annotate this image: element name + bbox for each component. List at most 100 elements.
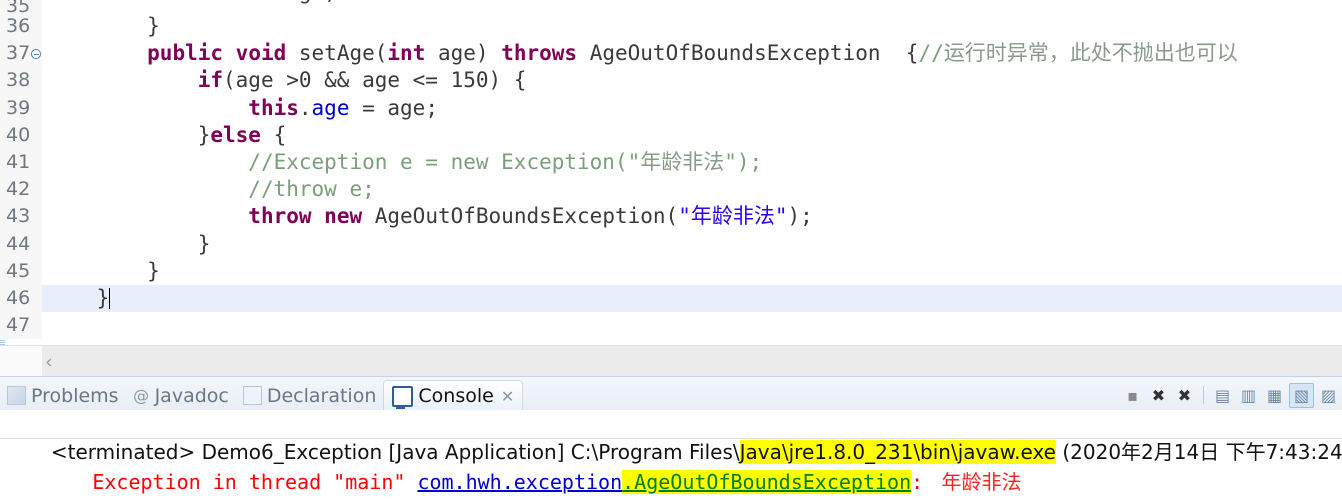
line-number: 43 xyxy=(6,205,31,228)
line-number: 37 xyxy=(6,42,31,65)
toolbar-separator xyxy=(1203,386,1204,404)
editor-line-39[interactable]: 39 this.age = age; xyxy=(0,94,1342,122)
editor-horizontal-scrollbar[interactable]: ‹ xyxy=(0,345,1342,376)
editor-line-42[interactable]: 42 //throw e; xyxy=(0,176,1342,204)
token-plain: } xyxy=(46,14,160,38)
exception-package-link[interactable]: com.hwh.exception xyxy=(417,470,622,494)
editor-line-46[interactable]: 46 } xyxy=(0,284,1342,313)
editor-line-47[interactable]: 47 xyxy=(0,312,1342,340)
token-plain: setAge( xyxy=(286,41,388,66)
word-wrap-icon[interactable]: ▦ xyxy=(1263,384,1286,407)
token-kw: public xyxy=(147,41,224,66)
console-view: Problems @ Javadoc Declaration Console ✕ ▪ ✖ ✖ ▤… xyxy=(0,376,1342,501)
line-content: if(age >0 && age <= 150) { xyxy=(46,67,527,94)
line-content: throw new AgeOutOfBoundsException("年龄非法"… xyxy=(46,203,813,230)
token-plain: age) xyxy=(425,41,502,66)
line-content: //throw e; xyxy=(46,176,375,203)
token-str: " xyxy=(678,204,691,229)
token-cmt: // xyxy=(918,41,944,66)
token-plain: { xyxy=(260,122,287,147)
console-icon xyxy=(392,385,414,409)
scroll-lock-icon-glyph: ▥ xyxy=(1240,385,1257,405)
line-content: } xyxy=(46,231,211,258)
console-output[interactable]: <terminated> Demo6_Exception [Java Appli… xyxy=(0,410,1342,501)
editor-line-45[interactable]: 45 } xyxy=(0,257,1342,285)
editor-code-area[interactable]: 35 return age;36 }37 public void setAge(… xyxy=(0,0,1342,340)
scroll-lock-icon[interactable]: ▥ xyxy=(1237,384,1260,407)
line-number: 44 xyxy=(6,232,31,255)
remove-all-terminated-icon-glyph: ✖ xyxy=(1177,385,1192,405)
eclipse-ide-window: 35 return age;36 }37 public void setAge(… xyxy=(0,0,1342,501)
editor-line-38[interactable]: 38 if(age >0 && age <= 150) { xyxy=(0,67,1342,95)
tab-console[interactable]: Console ✕ xyxy=(383,380,524,411)
line-content: } xyxy=(46,285,111,312)
javadoc-icon: @ xyxy=(133,386,150,405)
word-wrap-icon-glyph: ▦ xyxy=(1266,385,1283,405)
remove-launch-icon[interactable]: ✖ xyxy=(1147,384,1170,407)
tab-label: Console xyxy=(418,385,494,407)
scrollbar-track[interactable] xyxy=(42,346,1342,376)
editor-line-35[interactable]: 35 return age; xyxy=(0,0,1342,13)
line-number: 41 xyxy=(6,150,31,173)
text-cursor xyxy=(109,287,111,309)
editor-line-37[interactable]: 37 public void setAge(int age) throws Ag… xyxy=(0,40,1342,68)
editor-line-44[interactable]: 44 } xyxy=(0,230,1342,258)
editor-line-40[interactable]: 40 }else { xyxy=(0,121,1342,149)
editor-line-36[interactable]: 36 } xyxy=(0,13,1342,41)
editor-line-41[interactable]: 41 //Exception e = new Exception("年龄非法")… xyxy=(0,148,1342,177)
line-content: this.age = age; xyxy=(46,95,438,122)
exception-header-text: Exception in thread "main" xyxy=(92,470,418,494)
line-content: } xyxy=(46,258,160,285)
token-plain: } xyxy=(46,258,160,283)
token-kw: return xyxy=(198,0,274,4)
line-number: 42 xyxy=(6,178,31,201)
token-plain: AgeOutOfBoundsException( xyxy=(362,204,679,229)
tab-declaration[interactable]: Declaration xyxy=(236,381,384,411)
token-plain: . xyxy=(298,95,312,120)
token-plain: age; xyxy=(274,0,337,4)
display-selected-console-icon-glyph: ▨ xyxy=(1320,385,1337,405)
tab-problems[interactable]: Problems xyxy=(0,381,126,411)
console-launch-meta: <terminated> Demo6_Exception [Java Appli… xyxy=(0,410,1342,464)
terminate-icon[interactable]: ▪ xyxy=(1121,384,1144,407)
console-toolbar[interactable]: ▪ ✖ ✖ ▤ ▥ ▦ ▧ ▨ xyxy=(1121,381,1340,409)
editor-line-43[interactable]: 43 throw new AgeOutOfBoundsException("年龄… xyxy=(0,203,1342,231)
token-plain: } xyxy=(46,231,211,256)
exception-colon: : xyxy=(911,470,924,494)
scroll-left-icon[interactable]: ‹ xyxy=(45,351,53,373)
close-icon[interactable]: ✕ xyxy=(501,387,514,406)
token-cmt-cn: 年龄非法 xyxy=(640,149,725,174)
java-editor[interactable]: 35 return age;36 }37 public void setAge(… xyxy=(0,0,1342,345)
tab-javadoc[interactable]: @ Javadoc xyxy=(126,381,236,411)
token-kw: throw xyxy=(248,204,312,229)
pin-console-icon[interactable]: ▧ xyxy=(1289,382,1314,408)
clear-console-icon-glyph: ▤ xyxy=(1214,385,1231,405)
exception-class-highlight[interactable]: .AgeOutOfBoundsException xyxy=(622,470,912,494)
token-fld: age xyxy=(311,95,350,120)
remove-all-terminated-icon[interactable]: ✖ xyxy=(1173,384,1196,407)
view-tab-list[interactable]: Problems @ Javadoc Declaration Console ✕ xyxy=(0,377,524,411)
token-cmt: "); xyxy=(724,149,763,174)
clear-console-icon[interactable]: ▤ xyxy=(1211,384,1234,407)
line-number: 47 xyxy=(6,314,31,337)
token-cmt: //Exception e = new Exception(" xyxy=(248,149,641,174)
token-str: 年龄非法 xyxy=(690,204,775,229)
line-number: 45 xyxy=(6,259,31,282)
line-number: 36 xyxy=(6,15,31,37)
declaration-icon xyxy=(242,386,262,405)
token-kw: void xyxy=(235,41,287,66)
tab-label: Declaration xyxy=(266,384,377,407)
token-plain: (age >0 && age <= 150) { xyxy=(223,68,527,93)
token-kw: new xyxy=(324,204,363,229)
meta-suffix: (2020年2月14日 下午7:43:24) xyxy=(1055,440,1342,464)
tab-label: Javadoc xyxy=(154,384,229,407)
token-cmt: //throw e; xyxy=(248,177,375,202)
token-kw: if xyxy=(197,68,224,93)
display-selected-console-icon[interactable]: ▨ xyxy=(1317,384,1340,407)
token-kw: int xyxy=(387,41,426,66)
scrollbar-corner xyxy=(0,346,42,376)
tab-label: Problems xyxy=(31,384,119,407)
